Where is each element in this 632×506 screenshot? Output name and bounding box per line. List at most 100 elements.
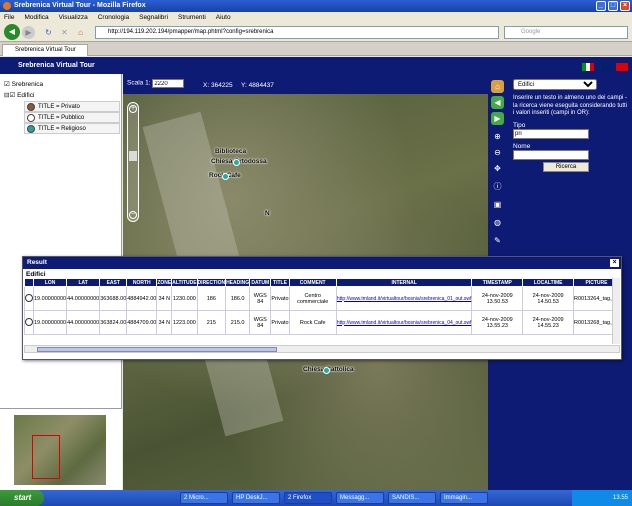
- table-cell: Privato: [270, 310, 290, 335]
- column-header[interactable]: TIMESTAMP: [471, 278, 524, 287]
- menu-file[interactable]: File: [4, 14, 14, 21]
- home-extent-icon[interactable]: ⌂: [491, 80, 504, 93]
- result-vertical-scrollbar[interactable]: [612, 278, 620, 344]
- tree-root[interactable]: ☑ Srebrenica: [4, 80, 43, 88]
- minimize-button[interactable]: _: [596, 1, 606, 11]
- back-extent-icon[interactable]: ◀: [491, 96, 504, 109]
- zoom-in-icon[interactable]: +: [129, 105, 137, 113]
- italian-flag-icon[interactable]: [582, 63, 595, 71]
- table-cell: http://www.tmland.it/virtualtour/bosnia/…: [335, 286, 473, 311]
- forward-extent-icon[interactable]: ▶: [491, 112, 504, 125]
- menu-strumenti[interactable]: Strumenti: [178, 14, 206, 21]
- internal-link[interactable]: http://www.tmland.it/virtualtour/bosnia/…: [337, 296, 472, 302]
- table-cell: 215.0: [225, 310, 251, 335]
- forward-icon[interactable]: ▶: [22, 26, 35, 39]
- zoom-to-feature-icon[interactable]: [25, 293, 33, 302]
- column-header[interactable]: EAST: [99, 278, 128, 287]
- uk-flag-icon[interactable]: [599, 63, 612, 71]
- task-hp-deskjet[interactable]: HP DeskJ...: [232, 492, 280, 504]
- scrollbar-thumb[interactable]: [37, 347, 277, 352]
- table-cell: 363688.00: [99, 286, 128, 311]
- column-header[interactable]: NORTH: [126, 278, 158, 287]
- task-messaggi[interactable]: Messagg...: [336, 492, 384, 504]
- map-status-bar: Scala 1: X: 364225 Y: 4884437: [123, 74, 488, 94]
- measure-tool-icon[interactable]: ✎: [491, 234, 504, 247]
- column-header[interactable]: LAT: [66, 278, 101, 287]
- table-cell: 24-nov-2009 14.50.53: [522, 286, 575, 311]
- internal-link[interactable]: http://www.tmland.it/virtualtour/bosnia/…: [337, 320, 472, 326]
- nome-input[interactable]: [513, 149, 589, 160]
- task-micro[interactable]: 2 Micro...: [180, 492, 228, 504]
- legend-privato: TITLE = Privato: [24, 101, 120, 112]
- pan-tool-icon[interactable]: ✥: [491, 162, 504, 175]
- zoom-out-tool-icon[interactable]: ⊖: [491, 146, 504, 159]
- tipo-input[interactable]: [513, 128, 589, 139]
- task-sandis[interactable]: SANDIS...: [388, 492, 436, 504]
- table-cell: 1223.000: [171, 310, 198, 335]
- column-header[interactable]: ALTITUDE: [171, 278, 198, 287]
- menu-aiuto[interactable]: Aiuto: [216, 14, 231, 21]
- zoom-to-feature-icon[interactable]: [25, 317, 33, 326]
- menu-visualizza[interactable]: Visualizza: [59, 14, 88, 21]
- table-cell: 1230.000: [171, 286, 198, 311]
- close-button[interactable]: ×: [620, 1, 630, 11]
- menu-segnalibri[interactable]: Segnalibri: [139, 14, 168, 21]
- poi-chiesa-ortodossa[interactable]: [233, 159, 240, 166]
- religioso-symbol-icon: [27, 125, 35, 133]
- zoom-slider[interactable]: + −: [127, 102, 139, 222]
- app-title: Srebrenica Virtual Tour: [18, 62, 95, 69]
- search-input[interactable]: Google: [504, 26, 628, 39]
- back-icon[interactable]: ◀: [4, 24, 20, 40]
- table-cell: Privato: [270, 286, 290, 311]
- column-header[interactable]: HEADING: [225, 278, 251, 287]
- column-header[interactable]: DATUM: [249, 278, 272, 287]
- column-header[interactable]: LON: [32, 278, 68, 287]
- globe-icon[interactable]: ◍: [491, 216, 504, 229]
- ricerca-button[interactable]: Ricerca: [543, 161, 589, 172]
- table-cell: 186: [196, 286, 227, 311]
- app-header: Srebrenica Virtual Tour: [0, 57, 632, 74]
- maximize-button[interactable]: □: [608, 1, 618, 11]
- table-cell: 34 N: [156, 310, 173, 335]
- tab-srebrenica[interactable]: Srebrenica Virtual Tour: [2, 44, 88, 56]
- poi-rock-cafe[interactable]: [222, 173, 229, 180]
- result-horizontal-scrollbar[interactable]: [24, 345, 620, 353]
- column-header[interactable]: LOCALTIME: [522, 278, 575, 287]
- start-button[interactable]: start: [0, 490, 44, 506]
- result-header: Result ×: [23, 257, 621, 269]
- privato-symbol-icon: [27, 103, 35, 111]
- result-close-icon[interactable]: ×: [610, 259, 619, 267]
- home-icon[interactable]: ⌂: [74, 26, 87, 39]
- table-cell: Centro commerciale: [288, 286, 337, 311]
- zoom-handle[interactable]: [129, 151, 137, 161]
- tree-layer[interactable]: ⊟☑ Edifici: [4, 91, 34, 99]
- zoom-out-icon[interactable]: −: [129, 211, 137, 219]
- column-header[interactable]: DIRECTION: [196, 278, 227, 287]
- scale-input[interactable]: [152, 79, 185, 88]
- overview-map[interactable]: [0, 408, 122, 490]
- reload-icon[interactable]: ↻: [42, 26, 55, 39]
- column-header[interactable]: COMMENT: [288, 278, 337, 287]
- overview-extent-box[interactable]: [32, 435, 60, 479]
- zoom-in-tool-icon[interactable]: ⊕: [491, 130, 504, 143]
- flag-icon[interactable]: [616, 63, 628, 71]
- url-input[interactable]: http://194.119.202.194/pmapper/map.phtml…: [95, 26, 499, 39]
- task-immagine[interactable]: Immagin...: [440, 492, 488, 504]
- menu-modifica[interactable]: Modifica: [24, 14, 48, 21]
- column-header[interactable]: [24, 278, 34, 287]
- menu-bar: File Modifica Visualizza Cronologia Segn…: [0, 12, 632, 23]
- column-header[interactable]: ZONE: [156, 278, 173, 287]
- stop-icon[interactable]: ✕: [58, 26, 71, 39]
- table-cell: 24-nov-2009 14.55.23: [522, 310, 575, 335]
- table-cell: 34 N: [156, 286, 173, 311]
- poi-chiesa-cattolica[interactable]: [323, 367, 330, 374]
- identify-tool-icon[interactable]: ⓘ: [491, 180, 504, 193]
- column-header[interactable]: INTERNAL: [335, 278, 473, 287]
- system-tray: 13.55: [572, 490, 632, 506]
- menu-cronologia[interactable]: Cronologia: [98, 14, 129, 21]
- task-firefox[interactable]: 2 Firefox: [284, 492, 332, 504]
- select-tool-icon[interactable]: ▣: [491, 198, 504, 211]
- table-row: 19.00000000 44.00000000 363824.00 4884709.0…: [24, 310, 620, 335]
- column-header[interactable]: TITLE: [270, 278, 290, 287]
- layer-select[interactable]: Edifici: [513, 79, 597, 90]
